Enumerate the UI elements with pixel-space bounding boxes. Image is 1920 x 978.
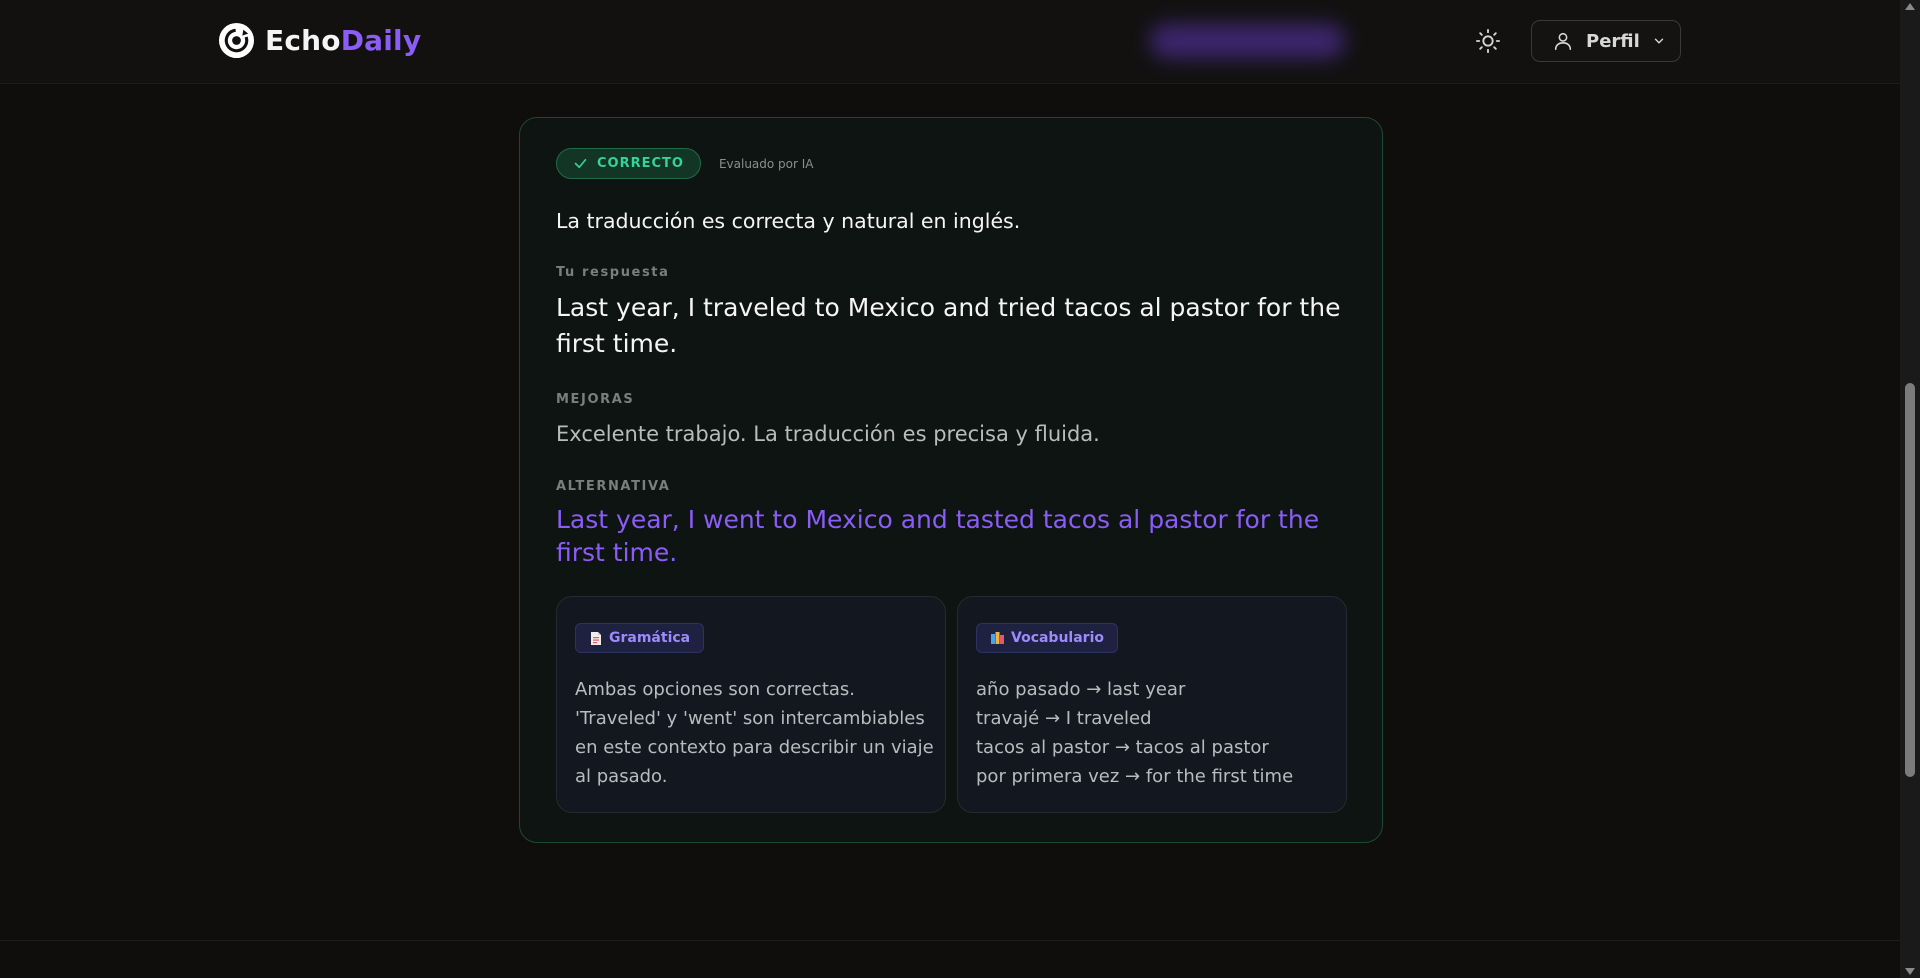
chevron-down-icon [1654, 38, 1663, 44]
improvements-label: MEJORAS [556, 392, 635, 407]
your-answer-label: Tu respuesta [556, 265, 670, 280]
theme-toggle-button[interactable] [1474, 27, 1502, 55]
status-badge: CORRECTO [556, 148, 701, 179]
books-icon [991, 632, 1004, 644]
scroll-up-arrow-icon[interactable] [1905, 3, 1915, 10]
user-icon [1554, 32, 1572, 51]
logo-text-daily: Daily [340, 24, 422, 57]
vocabulary-badge: Vocabulario [976, 623, 1118, 653]
profile-button[interactable]: Perfil [1531, 20, 1681, 62]
footer-divider [0, 940, 1900, 941]
page-scrollbar[interactable] [1900, 0, 1920, 978]
improvements-text: Excelente trabajo. La traducción es prec… [556, 422, 1100, 446]
sun-icon [1475, 28, 1501, 54]
grammar-badge: Gramática [575, 623, 705, 653]
blurred-nav-item [1150, 24, 1345, 58]
grammar-label: Gramática [609, 630, 691, 646]
scroll-down-arrow-icon[interactable] [1905, 968, 1915, 975]
scrollbar-thumb[interactable] [1905, 383, 1915, 777]
vocabulary-card: Vocabulario año pasado → last year trava… [957, 596, 1347, 813]
logo-text: EchoDaily [265, 24, 421, 57]
profile-label: Perfil [1586, 30, 1640, 52]
alternative-text: Last year, I went to Mexico and tasted t… [556, 505, 1320, 567]
evaluation-summary: La traducción es correcta y natural en i… [556, 209, 1021, 233]
grammar-card: Gramática Ambas opciones son correctas. … [556, 596, 946, 813]
check-icon [574, 158, 587, 169]
document-icon [591, 631, 601, 645]
evaluation-card: CORRECTO Evaluado por IA La traducción e… [519, 117, 1383, 843]
evaluated-by-label: Evaluado por IA [718, 156, 814, 171]
vocabulary-item: travajé → I traveled [976, 708, 1152, 729]
grammar-text: Ambas opciones son correctas. 'Traveled'… [575, 679, 934, 787]
vocabulary-item: tacos al pastor → tacos al pastor [976, 737, 1269, 758]
status-row: CORRECTO Evaluado por IA [556, 148, 814, 179]
vocabulary-item: año pasado → last year [976, 679, 1186, 700]
vocabulary-list: año pasado → last year travajé → I trave… [976, 675, 1336, 791]
your-answer-text: Last year, I traveled to Mexico and trie… [556, 293, 1341, 358]
top-nav: EchoDaily Perfil [0, 0, 1900, 84]
alternative-label: ALTERNATIVA [556, 479, 671, 494]
logo[interactable]: EchoDaily [218, 22, 421, 59]
vocabulary-label: Vocabulario [1011, 630, 1104, 646]
logo-text-echo: Echo [265, 24, 341, 57]
vocabulary-item: por primera vez → for the first time [976, 766, 1294, 787]
echo-logo-icon [218, 22, 255, 59]
status-label: CORRECTO [597, 156, 684, 171]
